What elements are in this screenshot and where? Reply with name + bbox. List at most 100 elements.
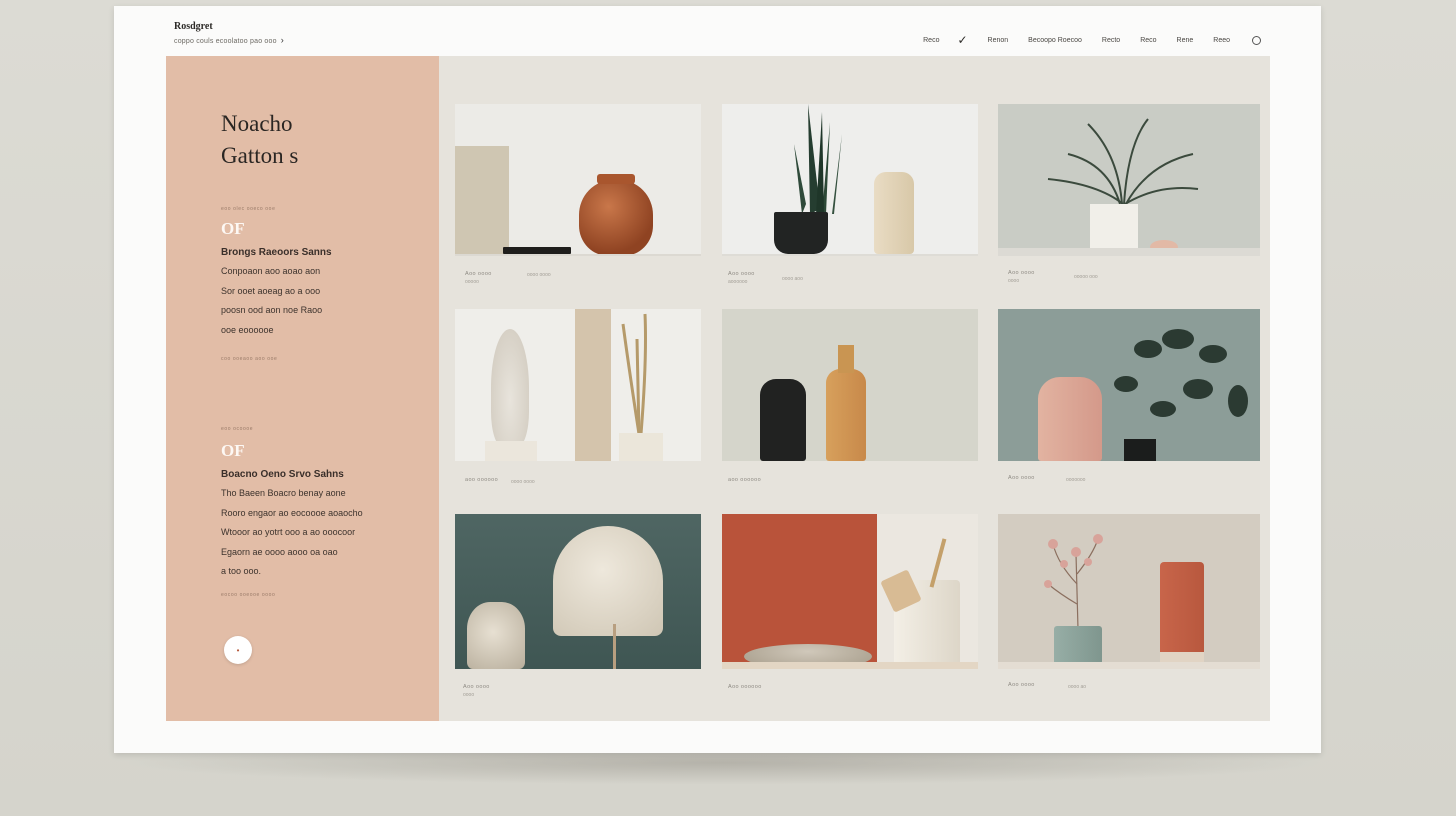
breadcrumb[interactable]: coppo couls ecoolatoo pao ooo › (174, 35, 284, 45)
section1-line: poosn ood aon noe Raoo (221, 305, 323, 315)
section1-line: Conpoaon aoo aoao aon (221, 266, 321, 276)
product-card[interactable]: aoo oooooo (722, 309, 978, 494)
product-meta: oooo (1008, 278, 1020, 284)
beige-panel-shape (455, 146, 509, 256)
product-card[interactable]: Aoo oooo aoooooo oooo aoo (722, 104, 978, 289)
product-caption: aoo oooooo (728, 477, 762, 483)
shelf-line (722, 254, 978, 256)
product-caption: Aoo oooo (728, 271, 755, 277)
nav-item-4[interactable]: Recto (1102, 37, 1120, 44)
product-image[interactable] (722, 104, 978, 256)
product-price: oooo ao (1068, 684, 1087, 690)
product-image[interactable] (455, 309, 701, 461)
product-card[interactable]: Aoo oooo ooooooo (998, 309, 1260, 494)
cream-vase-shape (874, 172, 914, 254)
shelf-surface (998, 662, 1260, 669)
woolly-ball-shape (467, 602, 525, 669)
cactus-illustration (794, 104, 842, 214)
brand-logo-text[interactable]: Rosdgret (174, 21, 213, 32)
product-price: oooo oooo (511, 479, 535, 485)
section2-line: a too ooo. (221, 566, 262, 576)
product-card[interactable]: Aoo oooo oooo ooooo ooo (998, 104, 1260, 289)
lamp-stem-shape (613, 624, 616, 669)
floating-action-button[interactable]: • (224, 636, 252, 664)
product-image[interactable] (998, 104, 1260, 256)
vase-rim-shape (597, 174, 635, 184)
page-title: Noacho Gatton s (221, 108, 298, 172)
product-price: oooo oooo (527, 272, 551, 278)
product-caption: Aoo oooooo (728, 684, 762, 690)
search-circle-icon[interactable] (1252, 35, 1261, 45)
shelf-surface (998, 248, 1260, 256)
breadcrumb-text[interactable]: coppo couls ecoolatoo pao ooo (174, 38, 277, 45)
section2-footnote: eocoo ooeooe oooo (221, 592, 276, 598)
black-vase-shape (760, 379, 806, 461)
fluffy-lamp-shape (553, 526, 663, 636)
product-caption: Aoo oooo (465, 271, 492, 277)
product-card[interactable]: Aoo oooo ooooo oooo oooo (455, 104, 701, 289)
twig-illustration (621, 313, 647, 435)
nav-item-2[interactable]: Renon (988, 37, 1009, 44)
section2-line: Wtooor ao yotrt ooo a ao ooocoor (221, 527, 356, 537)
product-image[interactable] (998, 514, 1260, 669)
sidebar-panel: Noacho Gatton s eoo olec ooeco ooe OF Br… (166, 56, 439, 721)
section2-big-label: OF (221, 441, 245, 460)
product-price: ooooooo (1066, 477, 1086, 483)
check-icon[interactable]: ✓ (957, 33, 967, 47)
black-pot-shape (774, 212, 828, 254)
section2-paragraph: Tho Baeen Boacro benay aone Rooro engaor… (221, 484, 411, 582)
ochre-vase-shape (826, 369, 866, 461)
shelf-surface (722, 662, 978, 669)
black-pot-shape (1124, 439, 1156, 461)
product-card[interactable]: aoo oooooo oooo oooo (455, 309, 701, 494)
section2-heading: Boacno Oeno Srvo Sahns (221, 469, 344, 480)
dried-flower-illustration (1044, 534, 1103, 630)
chevron-right-icon[interactable]: › (281, 35, 284, 45)
title-line-1: Noacho (221, 111, 293, 136)
product-caption: Aoo oooo (1008, 475, 1035, 481)
top-navigation-bar: Rosdgret coppo couls ecoolatoo pao ooo › … (114, 6, 1321, 56)
product-price: ooooo ooo (1074, 274, 1098, 280)
main-content: Noacho Gatton s eoo olec ooeco ooe OF Br… (166, 56, 1270, 721)
nav-item-7[interactable]: Reeo (1213, 37, 1230, 44)
title-line-2: Gatton s (221, 143, 299, 168)
product-price: oooo aoo (782, 276, 803, 282)
section2-line: Egaorn ae oooo aooo oa oao (221, 546, 338, 557)
section1-paragraph: Conpoaon aoo aoao aon Sor ooet aoeag ao … (221, 262, 396, 340)
product-caption: aoo oooooo (465, 477, 499, 483)
dot-icon: • (236, 645, 240, 655)
product-image[interactable] (455, 104, 701, 256)
nav-item-3[interactable]: Becoopo Roecoo (1028, 37, 1082, 44)
black-tray-shape (503, 247, 571, 254)
product-meta: ooooo (465, 279, 479, 285)
product-card[interactable]: Aoo oooooo (722, 514, 978, 699)
section2-line: Rooro engaor ao eocoooe aoaocho (221, 507, 363, 518)
product-card[interactable]: Aoo oooo oooo (455, 514, 701, 699)
ochre-vase-neck-shape (838, 345, 854, 373)
browser-frame: Rosdgret coppo couls ecoolatoo pao ooo › … (114, 6, 1321, 753)
product-image[interactable] (455, 514, 701, 669)
round-vase-shape (579, 180, 653, 256)
nav-item-6[interactable]: Rene (1177, 37, 1194, 44)
section2-kicker: eoo ocoooe (221, 426, 254, 432)
nav-item-1[interactable]: Reco (923, 37, 939, 44)
section1-big-label: OF (221, 219, 245, 238)
product-image[interactable] (722, 309, 978, 461)
section1-line: ooe eoooooe (221, 324, 274, 335)
main-nav: Reco ✓ Renon Becoopo Roecoo Recto Reco R… (903, 33, 1261, 47)
section1-kicker: eoo olec ooeco ooe (221, 206, 276, 212)
product-image[interactable] (722, 514, 978, 669)
product-caption: Aoo oooo (1008, 270, 1035, 276)
section1-footnote: coo ooeaoo aoo ooe (221, 356, 278, 362)
product-meta: aoooooo (728, 279, 748, 285)
product-card[interactable]: Aoo oooo oooo ao (998, 514, 1260, 699)
shelf-line (455, 254, 701, 256)
cream-pot-shape (619, 433, 663, 461)
section2-line: Tho Baeen Boacro benay aone (221, 488, 346, 498)
product-meta: oooo (463, 692, 475, 698)
section1-line: Sor ooet aoeag ao a ooo (221, 285, 321, 296)
product-caption: Aoo oooo (463, 684, 490, 690)
product-image[interactable] (998, 309, 1260, 461)
nav-item-5[interactable]: Reco (1140, 37, 1156, 44)
section1-heading: Brongs Raeoors Sanns (221, 247, 332, 258)
